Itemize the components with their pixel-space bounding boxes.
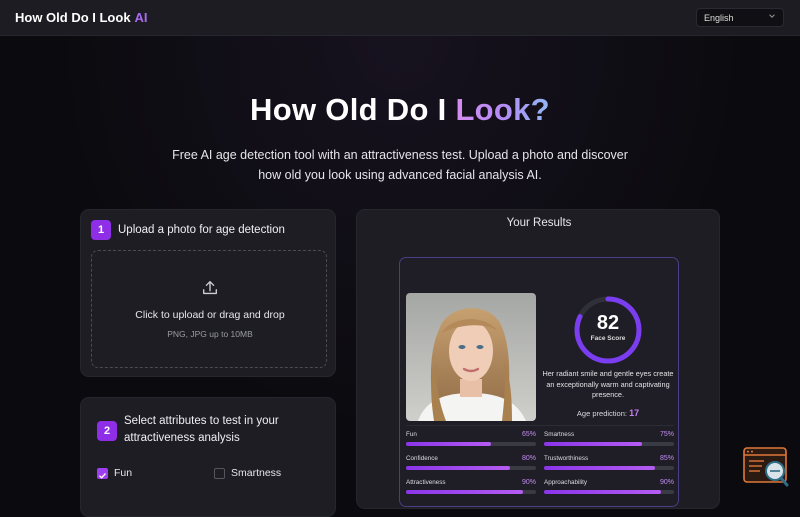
metric-label: Fun (406, 431, 417, 438)
age-prediction: Age prediction: 17 (542, 408, 674, 418)
age-label: Age prediction: (576, 409, 627, 418)
metric-approachability: Approachability 90% (544, 479, 674, 499)
metric-track (544, 442, 674, 446)
metric-fill (406, 490, 523, 494)
metric-track (544, 466, 674, 470)
metric-value: 90% (659, 479, 674, 486)
divider (406, 425, 674, 426)
brand-accent: AI (134, 10, 148, 25)
metric-track (406, 490, 536, 494)
option-label-smartness: Smartness (231, 467, 282, 479)
metric-fill (544, 466, 655, 470)
upload-icon (203, 281, 217, 295)
metric-value: 80% (521, 455, 536, 462)
portrait-photo (406, 293, 536, 421)
checkbox-smartness[interactable] (214, 468, 225, 479)
result-description: Her radiant smile and gentle eyes create… (542, 369, 674, 399)
chevron-down-icon (769, 14, 775, 18)
upload-dropzone[interactable]: Click to upload or drag and drop PNG, JP… (91, 250, 327, 368)
metric-fill (406, 466, 510, 470)
check-icon (99, 473, 107, 479)
step-badge: 2 (97, 421, 117, 441)
metric-smartness: Smartness 75% (544, 431, 674, 451)
metric-fill (406, 442, 491, 446)
results-title: Your Results (506, 217, 572, 229)
metric-fun: Fun 65% (406, 431, 536, 451)
brand-name: How Old Do I Look (15, 10, 131, 25)
language-value: English (704, 13, 734, 23)
metric-label: Confidence (406, 455, 438, 462)
metric-track (406, 466, 536, 470)
brand-logo[interactable]: How Old Do I Look AI (15, 10, 148, 25)
attributes-card: 2 Select attributes to test in your attr… (80, 397, 336, 517)
face-score-gauge: 82 Face Score (572, 294, 644, 366)
portrait-image (406, 293, 536, 421)
results-card: Your Results 82 Face Score Her radiant s… (356, 209, 720, 509)
step-badge: 1 (91, 220, 111, 240)
metric-attractiveness: Attractiveness 90% (406, 479, 536, 499)
age-value: 17 (629, 408, 640, 418)
language-select[interactable]: English (696, 8, 784, 27)
feedback-widget[interactable] (742, 447, 790, 487)
metric-value: 90% (521, 479, 536, 486)
metric-fill (544, 442, 642, 446)
face-score-value: 82 (596, 312, 620, 334)
option-label-fun: Fun (114, 467, 133, 479)
metric-label: Trustworthiness (544, 455, 589, 462)
metric-label: Approachability (544, 479, 588, 486)
upload-card: 1 Upload a photo for age detection Click… (80, 209, 336, 377)
metric-confidence: Confidence 80% (406, 455, 536, 475)
top-navbar: How Old Do I Look AI English (0, 0, 800, 36)
metric-track (406, 442, 536, 446)
metric-track (544, 490, 674, 494)
metric-value: 65% (521, 431, 536, 438)
feedback-search-icon (743, 447, 789, 487)
result-preview: 82 Face Score Her radiant smile and gent… (399, 257, 679, 507)
metric-label: Smartness (544, 431, 575, 438)
page-subtitle: Free AI age detection tool with an attra… (172, 148, 628, 182)
page-title: How Old Do I Look? (0, 92, 800, 128)
upload-title: Upload a photo for age detection (118, 224, 285, 236)
face-score-label: Face Score (590, 335, 626, 342)
dropzone-instruction: Click to upload or drag and drop (135, 309, 285, 321)
metric-fill (544, 490, 661, 494)
checkbox-fun[interactable] (97, 468, 108, 479)
title-accent: Look? (455, 92, 550, 127)
metric-value: 75% (659, 431, 674, 438)
dropzone-hint: PNG, JPG up to 10MB (167, 329, 253, 339)
title-prefix: How Old Do I (250, 92, 456, 127)
metric-trustworthiness: Trustworthiness 85% (544, 455, 674, 475)
attributes-title: Select attributes to test in your attrac… (124, 415, 279, 444)
metric-value: 85% (659, 455, 674, 462)
metric-label: Attractiveness (406, 479, 446, 486)
